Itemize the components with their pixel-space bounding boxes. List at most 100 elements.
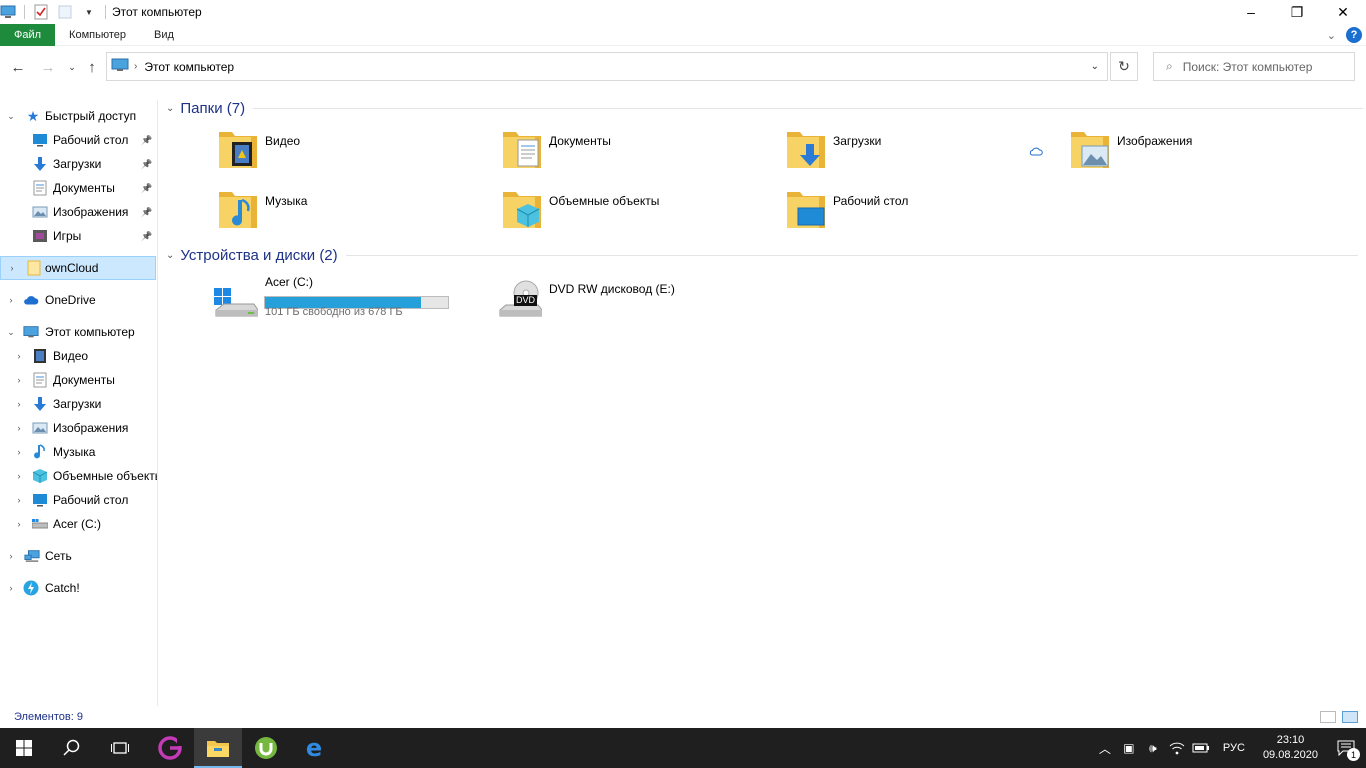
sidebar-item-quick-access-entry[interactable]: Документы 📌 bbox=[0, 176, 156, 200]
show-hidden-icons-icon[interactable]: ︿ bbox=[1093, 740, 1117, 757]
breadcrumb-chevron-icon[interactable]: › bbox=[134, 61, 137, 72]
task-view-icon[interactable] bbox=[96, 728, 144, 768]
tab-computer[interactable]: Компьютер bbox=[55, 24, 140, 46]
search-box[interactable]: ⌕ bbox=[1153, 52, 1355, 81]
drive-tile-dvd[interactable]: DVD DVD RW дисковод (E:) bbox=[498, 280, 738, 320]
utorrent-icon[interactable] bbox=[242, 728, 290, 768]
expand-chevron-icon[interactable]: › bbox=[5, 583, 17, 593]
maximize-button[interactable]: ❐ bbox=[1274, 0, 1320, 24]
expand-chevron-icon[interactable]: › bbox=[13, 351, 25, 361]
action-center-icon[interactable]: 1 bbox=[1326, 728, 1366, 768]
notification-count: 1 bbox=[1347, 748, 1360, 761]
sidebar-item-this-pc-entry[interactable]: › Рабочий стол bbox=[0, 488, 156, 512]
new-folder-icon[interactable] bbox=[57, 4, 73, 20]
address-dropdown-icon[interactable]: ⌄ bbox=[1091, 61, 1099, 72]
expand-ribbon-icon[interactable]: ⌄ bbox=[1327, 29, 1336, 42]
expand-chevron-icon[interactable]: › bbox=[13, 375, 25, 385]
sidebar-item-label: Acer (C:) bbox=[53, 517, 101, 531]
sidebar-item-network[interactable]: › Сеть bbox=[0, 544, 156, 568]
video-icon bbox=[32, 348, 48, 364]
sidebar-item-quick-access[interactable]: ⌄ ★ Быстрый доступ bbox=[0, 104, 157, 128]
volume-icon[interactable]: 🕪 bbox=[1141, 741, 1165, 756]
sidebar-item-this-pc-entry[interactable]: › Acer (C:) bbox=[0, 512, 156, 536]
customize-toolbar-icon[interactable]: ▼ bbox=[81, 4, 97, 20]
sidebar-item-quick-access-entry[interactable]: Загрузки 📌 bbox=[0, 152, 156, 176]
file-explorer-icon[interactable] bbox=[194, 728, 242, 768]
expand-chevron-icon[interactable]: › bbox=[13, 423, 25, 433]
pin-icon[interactable]: 📌 bbox=[141, 231, 152, 242]
sidebar-item-quick-access-entry[interactable]: Игры 📌 bbox=[0, 224, 156, 248]
details-view-icon[interactable] bbox=[1320, 711, 1336, 723]
up-arrow-icon[interactable]: ↑ bbox=[80, 55, 104, 79]
sidebar-item-owncloud[interactable]: › ownCloud bbox=[0, 256, 156, 280]
folder-tile[interactable]: Изображения bbox=[1070, 128, 1320, 172]
minimize-button[interactable]: – bbox=[1228, 0, 1274, 24]
clock-date: 09.08.2020 bbox=[1262, 749, 1318, 761]
wifi-icon[interactable] bbox=[1165, 741, 1189, 755]
sidebar-item-this-pc[interactable]: ⌄ Этот компьютер bbox=[0, 320, 156, 344]
properties-icon[interactable] bbox=[33, 4, 49, 20]
back-arrow-icon[interactable]: ← bbox=[6, 55, 30, 79]
cloud-icon bbox=[23, 292, 39, 308]
sidebar-item-this-pc-entry[interactable]: › Изображения bbox=[0, 416, 156, 440]
expand-chevron-icon[interactable]: › bbox=[13, 471, 25, 481]
close-button[interactable]: ✕ bbox=[1320, 0, 1366, 24]
folder-tile[interactable]: Загрузки bbox=[786, 128, 1036, 172]
expand-chevron-icon[interactable]: › bbox=[5, 295, 17, 305]
g-app-icon[interactable] bbox=[146, 728, 194, 768]
windows-start-icon[interactable] bbox=[0, 728, 48, 768]
expand-chevron-icon[interactable]: › bbox=[13, 519, 25, 529]
edge-icon[interactable]: e bbox=[290, 728, 338, 768]
language-indicator[interactable]: РУС bbox=[1223, 742, 1245, 754]
collapse-chevron-icon[interactable]: ⌄ bbox=[166, 250, 174, 261]
folder-tile[interactable]: Рабочий стол bbox=[786, 188, 1036, 232]
tray-app-icon[interactable]: ▣ bbox=[1117, 741, 1141, 755]
sidebar-item-this-pc-entry[interactable]: › Загрузки bbox=[0, 392, 156, 416]
expand-chevron-icon[interactable]: › bbox=[5, 551, 17, 561]
forward-arrow-icon[interactable]: → bbox=[36, 55, 60, 79]
devices-group-header[interactable]: ⌄ Устройства и диски (2) bbox=[166, 247, 1358, 264]
toolbar-divider bbox=[105, 5, 106, 19]
computer-icon[interactable] bbox=[0, 4, 16, 20]
folders-group-header[interactable]: ⌄ Папки (7) bbox=[166, 100, 1364, 117]
pin-icon[interactable]: 📌 bbox=[141, 159, 152, 170]
collapse-chevron-icon[interactable]: ⌄ bbox=[5, 327, 17, 338]
sidebar-item-onedrive[interactable]: › OneDrive bbox=[0, 288, 156, 312]
drive-tile-c[interactable]: Acer (C:) 101 ГБ свободно из 678 ГБ bbox=[214, 275, 454, 322]
clock[interactable]: 23:10 09.08.2020 bbox=[1263, 733, 1318, 763]
pictures-icon bbox=[32, 204, 48, 220]
tab-file[interactable]: Файл bbox=[0, 23, 56, 46]
folder-tile[interactable]: Видео bbox=[218, 128, 468, 172]
expand-chevron-icon[interactable]: › bbox=[13, 399, 25, 409]
large-icons-view-icon[interactable] bbox=[1342, 711, 1358, 723]
pin-icon[interactable]: 📌 bbox=[141, 135, 152, 146]
pin-icon[interactable]: 📌 bbox=[141, 207, 152, 218]
folder-label: Изображения bbox=[1117, 134, 1193, 148]
collapse-chevron-icon[interactable]: ⌄ bbox=[5, 111, 17, 122]
expand-chevron-icon[interactable]: › bbox=[13, 447, 25, 457]
sidebar-item-catch[interactable]: › Catch! bbox=[0, 576, 156, 600]
sidebar-item-this-pc-entry[interactable]: › Видео bbox=[0, 344, 156, 368]
folder-tile[interactable]: Документы bbox=[502, 128, 752, 172]
collapse-chevron-icon[interactable]: ⌄ bbox=[166, 103, 174, 114]
expand-chevron-icon[interactable]: › bbox=[13, 495, 25, 505]
refresh-icon[interactable]: ↻ bbox=[1110, 52, 1138, 81]
address-bar[interactable]: › Этот компьютер ⌄ bbox=[106, 52, 1108, 81]
sidebar-item-this-pc-entry[interactable]: › Объемные объекты bbox=[0, 464, 157, 488]
breadcrumb[interactable]: Этот компьютер bbox=[144, 60, 234, 74]
divider bbox=[253, 108, 1364, 109]
pin-icon[interactable]: 📌 bbox=[141, 183, 152, 194]
search-icon[interactable] bbox=[48, 728, 96, 768]
expand-chevron-icon[interactable]: › bbox=[6, 263, 18, 273]
sidebar-item-this-pc-entry[interactable]: › Документы bbox=[0, 368, 156, 392]
toolbar-divider bbox=[24, 5, 25, 19]
sidebar-item-this-pc-entry[interactable]: › Музыка bbox=[0, 440, 156, 464]
help-icon[interactable]: ? bbox=[1346, 27, 1362, 43]
folder-tile[interactable]: Объемные объекты bbox=[502, 188, 752, 232]
tab-view[interactable]: Вид bbox=[140, 24, 188, 46]
sidebar-item-quick-access-entry[interactable]: Рабочий стол 📌 bbox=[0, 128, 156, 152]
sidebar-item-quick-access-entry[interactable]: Изображения 📌 bbox=[0, 200, 156, 224]
folder-tile[interactable]: Музыка bbox=[218, 188, 468, 232]
battery-icon[interactable] bbox=[1189, 742, 1213, 754]
search-input[interactable] bbox=[1182, 59, 1333, 74]
